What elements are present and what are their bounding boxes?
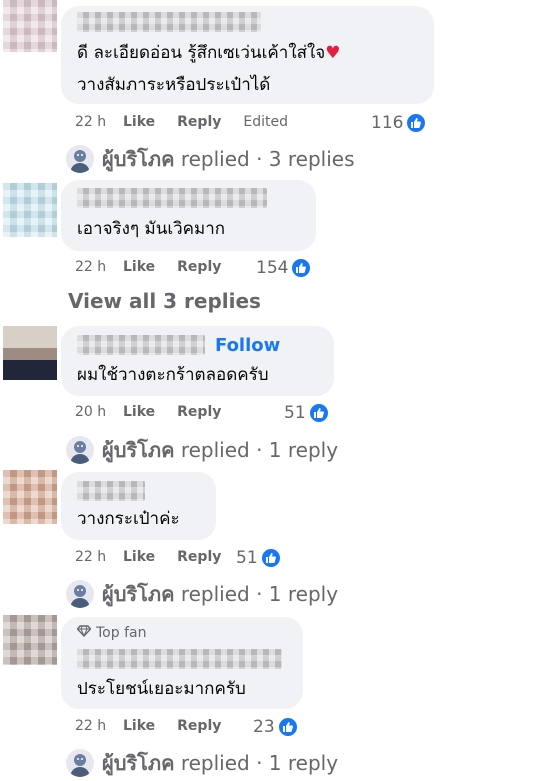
edited-label: Edited	[243, 114, 289, 130]
avatar[interactable]	[3, 326, 57, 380]
replies-link[interactable]: ผู้บริโภค replied · 1 reply	[66, 434, 338, 466]
blurred-author-name[interactable]	[77, 481, 145, 501]
replies-link[interactable]: ผู้บริโภค replied · 1 reply	[66, 578, 338, 610]
like-button[interactable]: Like	[123, 549, 155, 565]
replier-name: ผู้บริโภค	[102, 438, 175, 462]
replies-count: replied · 1 reply	[180, 438, 339, 462]
blurred-author-name[interactable]	[77, 12, 261, 32]
replier-name: ผู้บริโภค	[102, 751, 175, 775]
like-button[interactable]: Like	[123, 404, 155, 420]
replies-link[interactable]: ผู้บริโภค replied · 1 reply	[66, 747, 338, 779]
profile-avatar	[66, 145, 94, 173]
avatar[interactable]	[3, 615, 57, 665]
comment-bubble: ดี ละเอียดอ่อน รู้สึกเซเว่นเค้าใส่ใจ♥ วา…	[61, 6, 434, 104]
comment-bubble: Follow ผมใช้วางตะกร้าตลอดครับ	[61, 326, 334, 396]
timestamp[interactable]: 20 h	[75, 404, 123, 420]
thumbs-up-icon	[405, 112, 428, 134]
reply-button[interactable]: Reply	[177, 404, 221, 420]
timestamp[interactable]: 22 h	[75, 718, 123, 734]
comment-meta: 22 h Like Reply	[75, 259, 243, 275]
follow-button[interactable]: Follow	[215, 335, 280, 356]
blurred-author-name[interactable]	[77, 649, 282, 669]
timestamp[interactable]: 22 h	[75, 549, 123, 565]
avatar[interactable]	[3, 0, 57, 52]
replier-name: ผู้บริโภค	[102, 582, 175, 606]
diamond-icon	[76, 625, 92, 641]
reaction-count[interactable]: 154	[256, 257, 313, 279]
comment-meta: 22 h Like Reply	[75, 718, 243, 734]
replies-count: replied · 1 reply	[180, 751, 339, 775]
reply-button[interactable]: Reply	[177, 114, 221, 130]
replies-link[interactable]: ผู้บริโภค replied · 3 replies	[66, 143, 355, 175]
like-button[interactable]: Like	[123, 718, 155, 734]
comment-meta: 22 h Like Reply Edited	[75, 114, 288, 130]
view-all-replies-link[interactable]: View all 3 replies	[68, 289, 261, 313]
comment-meta: 22 h Like Reply	[75, 549, 243, 565]
like-button[interactable]: Like	[123, 114, 155, 130]
reaction-count[interactable]: 116	[371, 112, 428, 134]
timestamp[interactable]: 22 h	[75, 259, 123, 275]
blurred-author-name[interactable]	[77, 335, 205, 355]
thumbs-up-icon	[276, 716, 299, 738]
replies-count: replied · 3 replies	[180, 147, 355, 171]
profile-avatar	[66, 749, 94, 777]
comment-text: วางกระเป๋าค่ะ	[77, 509, 180, 529]
comment-text: ผมใช้วางตะกร้าตลอดครับ	[77, 365, 269, 385]
timestamp[interactable]: 22 h	[75, 114, 123, 130]
comment-bubble: วางกระเป๋าค่ะ	[61, 472, 216, 540]
reply-button[interactable]: Reply	[177, 718, 221, 734]
like-button[interactable]: Like	[123, 259, 155, 275]
thumbs-up-icon	[259, 547, 282, 569]
comment-text: ประโยชน์เยอะมากครับ	[77, 679, 246, 699]
avatar[interactable]	[3, 470, 57, 524]
profile-avatar	[66, 436, 94, 464]
top-fan-badge: Top fan	[76, 625, 146, 641]
heart-emoji: ♥	[325, 43, 341, 63]
thumbs-up-icon	[290, 257, 313, 279]
comment-text: ดี ละเอียดอ่อน รู้สึกเซเว่นเค้าใส่ใจ♥	[77, 43, 341, 63]
reaction-count[interactable]: 51	[236, 547, 282, 569]
reaction-count[interactable]: 51	[284, 402, 330, 424]
comment-meta: 20 h Like Reply	[75, 404, 243, 420]
comment-text: เอาจริงๆ มันเวิคมาก	[77, 219, 226, 239]
comment-bubble: เอาจริงๆ มันเวิคมาก	[61, 180, 316, 251]
replier-name: ผู้บริโภค	[102, 147, 175, 171]
replies-count: replied · 1 reply	[180, 582, 339, 606]
thumbs-up-icon	[307, 402, 330, 424]
profile-avatar	[66, 580, 94, 608]
blurred-author-name[interactable]	[77, 188, 267, 208]
reaction-count[interactable]: 23	[253, 716, 299, 738]
reply-button[interactable]: Reply	[177, 549, 221, 565]
reply-button[interactable]: Reply	[177, 259, 221, 275]
comment-bubble: Top fan ประโยชน์เยอะมากครับ	[61, 617, 303, 709]
comment-text: วางสัมภาระหรือประเป๋าได้	[77, 75, 271, 95]
avatar[interactable]	[3, 183, 57, 237]
